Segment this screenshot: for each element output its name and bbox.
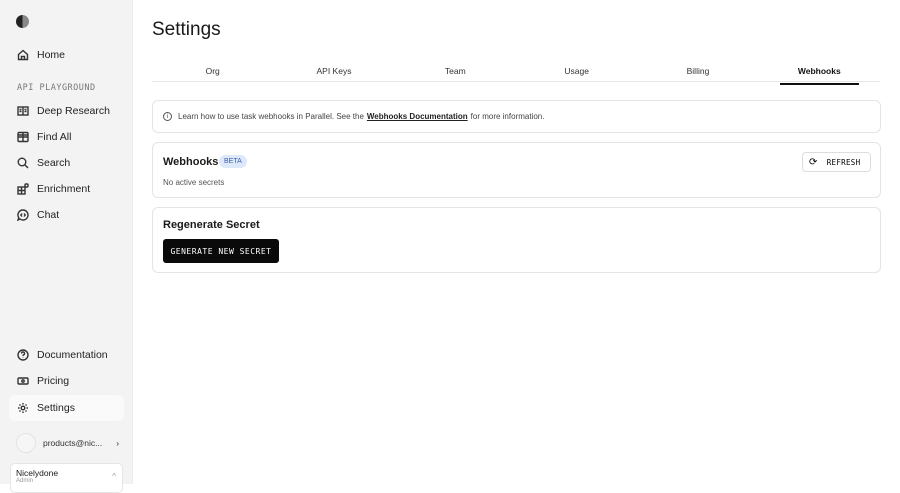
sidebar-item-label: Search (37, 157, 71, 169)
info-banner: i Learn how to use task webhooks in Para… (152, 100, 881, 133)
logo[interactable] (16, 15, 29, 28)
sidebar: Home API PLAYGROUND Deep Research Find A… (0, 0, 133, 493)
page-title: Settings (152, 19, 221, 40)
sidebar-item-label: Deep Research (37, 105, 110, 117)
avatar (16, 433, 36, 453)
webhooks-card: Webhooks BETA No active secrets ⟳ REFRESH (152, 142, 881, 198)
sidebar-item-find-all[interactable]: Find All (9, 124, 124, 150)
tab-usage[interactable]: Usage (516, 62, 637, 81)
regenerate-title: Regenerate Secret (163, 219, 260, 231)
sidebar-item-label: Home (37, 49, 66, 61)
chevron-right-icon: › (116, 438, 120, 448)
user-menu[interactable]: products@nic... › (16, 433, 126, 453)
book-icon (17, 106, 29, 116)
regenerate-secret-card: Regenerate Secret GENERATE NEW SECRET (152, 207, 881, 273)
chevron-up-icon: ^ (112, 472, 116, 481)
table-icon (17, 131, 29, 143)
banknote-icon (17, 377, 29, 385)
sidebar-item-label: Chat (37, 209, 60, 221)
org-switcher[interactable]: Nicelydone Admin ^ (10, 463, 123, 493)
sidebar-item-label: Enrichment (37, 183, 91, 195)
gear-icon (18, 403, 28, 413)
section-label: API PLAYGROUND (17, 83, 96, 93)
tab-org[interactable]: Org (152, 62, 273, 81)
blocks-icon (17, 183, 29, 195)
refresh-button[interactable]: ⟳ REFRESH (802, 152, 871, 172)
webhooks-status: No active secrets (163, 178, 225, 187)
sidebar-item-enrichment[interactable]: Enrichment (9, 176, 124, 202)
sidebar-item-pricing[interactable]: Pricing (9, 368, 124, 394)
beta-badge: BETA (219, 155, 247, 168)
home-icon (17, 49, 29, 61)
webhooks-documentation-link[interactable]: Webhooks Documentation (367, 112, 468, 121)
info-icon: i (163, 112, 172, 121)
refresh-icon: ⟳ (809, 156, 818, 168)
info-text-end: for more information. (470, 112, 545, 121)
org-name: Nicelydone (16, 468, 59, 478)
user-email: products@nic... (43, 438, 103, 448)
webhooks-title: Webhooks (163, 156, 219, 168)
search-icon (17, 157, 29, 169)
sidebar-item-label: Find All (37, 131, 72, 143)
sidebar-item-deep-research[interactable]: Deep Research (9, 98, 124, 124)
sidebar-item-chat[interactable]: Chat (9, 202, 124, 228)
sidebar-item-settings[interactable]: Settings (9, 395, 124, 421)
sidebar-item-home[interactable]: Home (9, 42, 124, 68)
sidebar-item-documentation[interactable]: Documentation (9, 342, 124, 368)
tab-team[interactable]: Team (395, 62, 516, 81)
sidebar-item-label: Documentation (37, 349, 108, 361)
info-text: Learn how to use task webhooks in Parall… (178, 112, 364, 121)
help-circle-icon (17, 349, 29, 361)
org-role: Admin (16, 478, 34, 484)
sidebar-item-label: Pricing (37, 375, 70, 387)
tab-api-keys[interactable]: API Keys (273, 62, 394, 81)
generate-new-secret-button[interactable]: GENERATE NEW SECRET (163, 239, 279, 263)
chat-icon (17, 209, 29, 221)
settings-tabs: Org API Keys Team Usage Billing Webhooks (152, 62, 880, 85)
sidebar-item-search[interactable]: Search (9, 150, 124, 176)
tab-webhooks[interactable]: Webhooks (759, 62, 880, 85)
tab-billing[interactable]: Billing (637, 62, 758, 81)
sidebar-item-label: Settings (37, 402, 75, 414)
